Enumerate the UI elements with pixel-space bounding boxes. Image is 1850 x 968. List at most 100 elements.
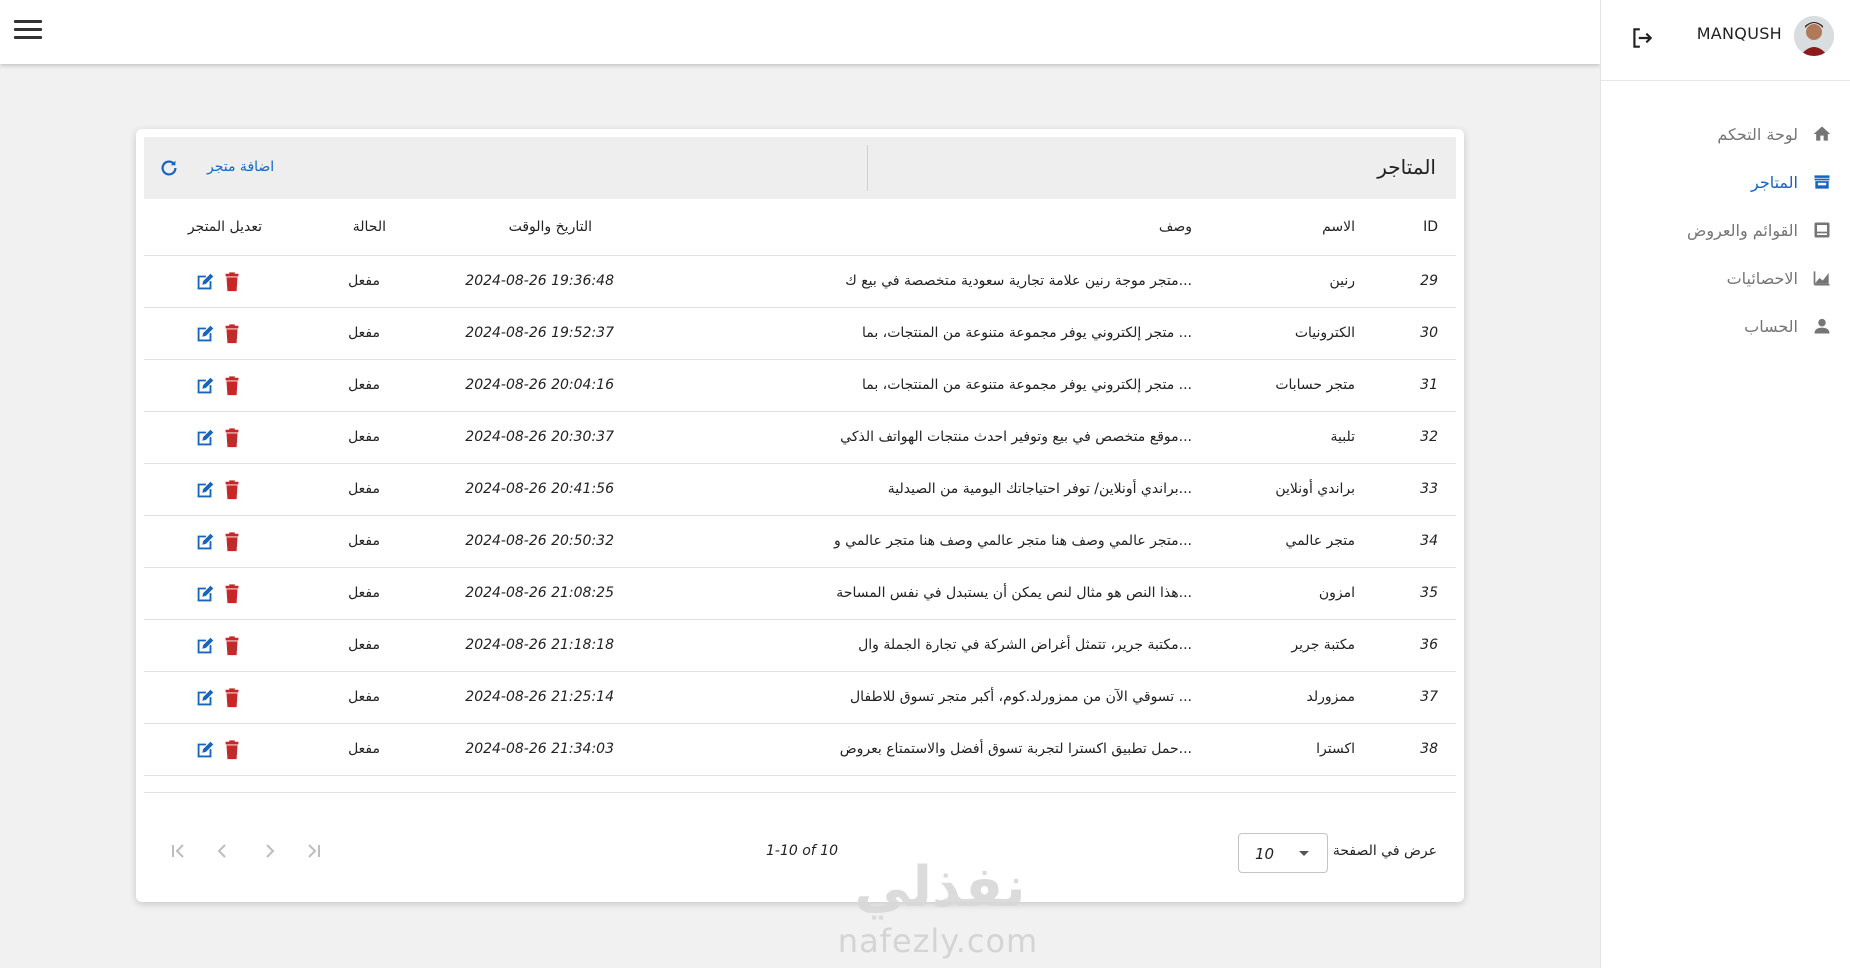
list-alt-icon <box>1810 218 1834 242</box>
rows-per-page-label: عرض في الصفحة <box>1332 843 1437 859</box>
table-row: 37 ممزورلد تسوقي الآن من ممزورلد.كوم، أكبر… <box>144 672 1456 724</box>
sidebar-item-account[interactable]: الحساب <box>1600 302 1850 350</box>
column-header-name[interactable]: الاسم <box>1322 219 1355 235</box>
cell-id: 32 <box>1420 429 1438 445</box>
cell-id: 30 <box>1420 325 1438 341</box>
edit-icon[interactable] <box>194 739 216 761</box>
cell-description: تسوقي الآن من ممزورلد.كوم، أكبر متجر تسو… <box>850 689 1192 705</box>
edit-icon[interactable] <box>194 635 216 657</box>
home-icon <box>1810 122 1834 146</box>
cell-id: 37 <box>1420 689 1438 705</box>
cell-name: اكسترا <box>1316 741 1355 757</box>
cell-datetime: 2024-08-26 20:41:56 <box>465 481 614 497</box>
edit-icon[interactable] <box>194 375 216 397</box>
column-header-description[interactable]: وصف <box>1159 219 1192 235</box>
edit-icon[interactable] <box>194 531 216 553</box>
watermark-url: nafezly.com <box>837 922 1039 960</box>
cell-datetime: 2024-08-26 20:04:16 <box>465 377 614 393</box>
table-row: 30 الكترونيات متجر إلكتروني يوفر مجموعة مت… <box>144 308 1456 360</box>
next-page-icon[interactable] <box>257 839 281 863</box>
column-header-datetime[interactable]: التاريخ والوقت <box>509 219 592 235</box>
cell-name: تلبية <box>1330 429 1356 445</box>
edit-icon[interactable] <box>194 583 216 605</box>
sidebar-item-stores[interactable]: المتاجر <box>1600 158 1850 206</box>
delete-icon[interactable] <box>221 531 243 553</box>
cell-status: مفعل <box>348 325 380 341</box>
cell-datetime: 2024-08-26 21:34:03 <box>465 741 614 757</box>
add-store-button[interactable]: اضافة متجر <box>207 159 274 175</box>
column-header-id[interactable]: ID <box>1423 219 1438 235</box>
cell-name: ممزورلد <box>1306 689 1355 705</box>
cell-description: موقع متخصص في بيع وتوفير احدث منتجات اله… <box>840 429 1192 445</box>
delete-icon[interactable] <box>221 323 243 345</box>
cell-status: مفعل <box>348 481 380 497</box>
cell-description: هذا النص هو مثال لنص يمكن أن يستبدل في ن… <box>836 585 1192 601</box>
delete-icon[interactable] <box>221 583 243 605</box>
cell-status: مفعل <box>348 689 380 705</box>
menu-icon[interactable] <box>14 20 42 44</box>
cell-datetime: 2024-08-26 21:25:14 <box>465 689 614 705</box>
previous-page-icon[interactable] <box>211 839 235 863</box>
edit-icon[interactable] <box>194 687 216 709</box>
table-row: 34 متجر عالمي متجر عالمي وصف هنا متجر عالم… <box>144 516 1456 568</box>
cell-name: مكتبة جرير <box>1291 637 1355 653</box>
refresh-icon[interactable] <box>158 157 180 179</box>
edit-icon[interactable] <box>194 479 216 501</box>
page-title: المتاجر <box>1377 155 1436 179</box>
cell-status: مفعل <box>348 741 380 757</box>
delete-icon[interactable] <box>221 271 243 293</box>
stores-card: المتاجر اضافة متجر ID الاسم وصف التاريخ … <box>136 129 1464 902</box>
sidebar: MANQUSH لوحة التحكم المتاجر القوائم والع… <box>1600 0 1850 968</box>
edit-icon[interactable] <box>194 323 216 345</box>
cell-datetime: 2024-08-26 20:50:32 <box>465 533 614 549</box>
cell-description: حمل تطبيق اكسترا لتجربة تسوق أفضل والاست… <box>839 741 1192 757</box>
cell-id: 36 <box>1420 637 1438 653</box>
column-header-status[interactable]: الحالة <box>353 219 386 235</box>
avatar[interactable] <box>1794 16 1834 56</box>
cell-description: مكتبة جرير، تتمثل أغراض الشركة في تجارة … <box>858 637 1192 653</box>
sidebar-header: MANQUSH <box>1601 0 1850 81</box>
cell-name: امزون <box>1318 585 1355 601</box>
card-header: المتاجر اضافة متجر <box>144 137 1456 199</box>
cell-datetime: 2024-08-26 19:52:37 <box>465 325 614 341</box>
cell-id: 35 <box>1420 585 1438 601</box>
last-page-icon[interactable] <box>302 839 326 863</box>
cell-id: 29 <box>1420 273 1438 289</box>
sidebar-item-label: الحساب <box>1744 316 1798 336</box>
cell-datetime: 2024-08-26 21:18:18 <box>465 637 614 653</box>
edit-icon[interactable] <box>194 427 216 449</box>
table-row: 36 مكتبة جرير مكتبة جرير، تتمثل أغراض الشر… <box>144 620 1456 672</box>
delete-icon[interactable] <box>221 479 243 501</box>
delete-icon[interactable] <box>221 687 243 709</box>
edit-icon[interactable] <box>194 271 216 293</box>
logout-icon[interactable] <box>1629 25 1655 51</box>
delete-icon[interactable] <box>221 375 243 397</box>
cell-id: 31 <box>1420 377 1438 393</box>
sidebar-item-dashboard[interactable]: لوحة التحكم <box>1600 110 1850 158</box>
cell-status: مفعل <box>348 273 380 289</box>
first-page-icon[interactable] <box>166 839 190 863</box>
sidebar-item-statistics[interactable]: الاحصائيات <box>1600 254 1850 302</box>
sidebar-item-lists-offers[interactable]: القوائم والعروض <box>1600 206 1850 254</box>
cell-status: مفعل <box>348 585 380 601</box>
delete-icon[interactable] <box>221 739 243 761</box>
cell-status: مفعل <box>348 637 380 653</box>
table-row: 35 امزون هذا النص هو مثال لنص يمكن أن يستب… <box>144 568 1456 620</box>
cell-status: مفعل <box>348 429 380 445</box>
rows-per-page-select[interactable]: 10 <box>1238 833 1328 873</box>
cell-datetime: 2024-08-26 20:30:37 <box>465 429 614 445</box>
cell-description: متجر إلكتروني يوفر مجموعة متنوعة من المن… <box>861 377 1192 393</box>
cell-id: 33 <box>1420 481 1438 497</box>
cell-datetime: 2024-08-26 19:36:48 <box>465 273 614 289</box>
delete-icon[interactable] <box>221 427 243 449</box>
username: MANQUSH <box>1696 24 1782 43</box>
chevron-down-icon <box>1299 851 1309 856</box>
header-divider <box>867 145 868 191</box>
sidebar-item-label: القوائم والعروض <box>1687 220 1798 240</box>
cell-description: براندي أونلاين/ توفر احتياجاتك اليومية م… <box>887 481 1192 497</box>
cell-name: متجر حسابات <box>1275 377 1355 393</box>
table-row: 38 اكسترا حمل تطبيق اكسترا لتجربة تسوق أفض… <box>144 724 1456 776</box>
cell-status: مفعل <box>348 533 380 549</box>
person-icon <box>1810 314 1834 338</box>
delete-icon[interactable] <box>221 635 243 657</box>
